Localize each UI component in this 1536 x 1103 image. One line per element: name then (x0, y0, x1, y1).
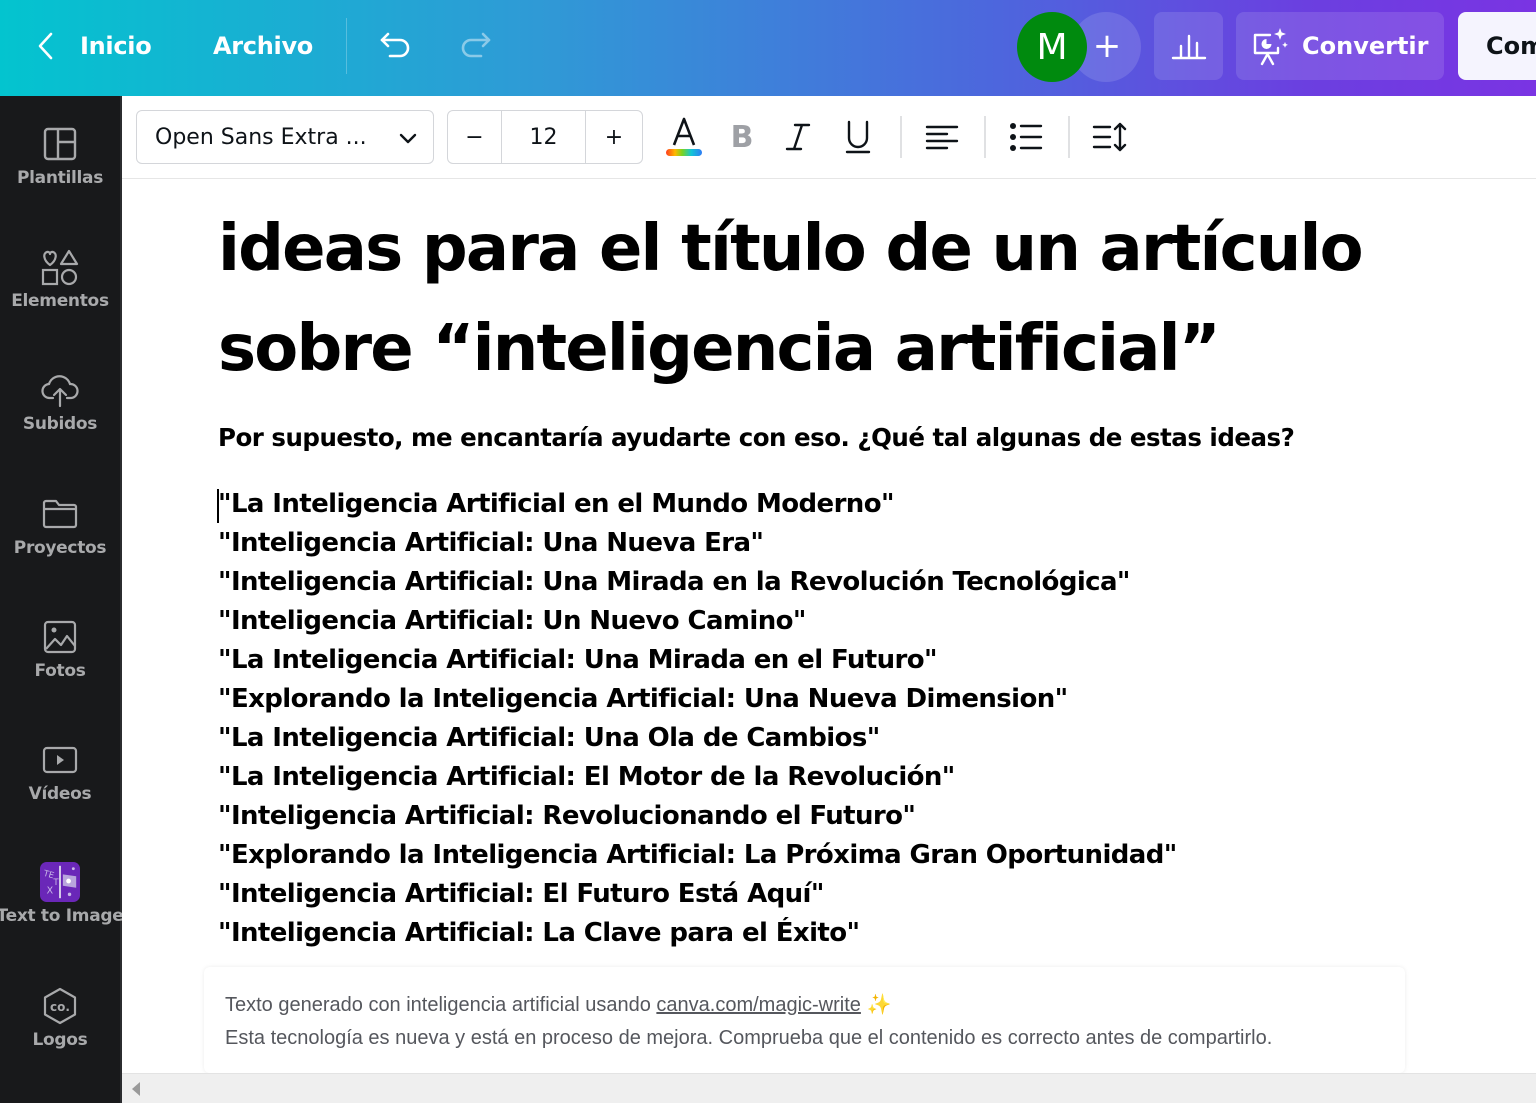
line-spacing-icon (1092, 122, 1127, 152)
document-title[interactable]: ideas para el título de un artículo sobr… (218, 199, 1364, 399)
undo-icon[interactable] (376, 26, 416, 66)
magic-write-link[interactable]: canva.com/magic-write (656, 994, 861, 1016)
list-item[interactable]: "Inteligencia Artificial: Revolucionando… (218, 797, 1177, 836)
sparkle-icon: ✨ (866, 994, 892, 1016)
image-icon (40, 617, 80, 657)
text-color-icon (666, 117, 702, 156)
sidebar-item-text-to-image[interactable]: TE X T Text to Image (0, 834, 124, 934)
list-item[interactable]: "Inteligencia Artificial: Una Nueva Era" (218, 524, 1177, 563)
sidebar-item-label: Proyectos (13, 538, 107, 558)
sidebar-item-logos[interactable]: co. Logos (0, 958, 120, 1058)
document-canvas[interactable]: ideas para el título de un artículo sobr… (122, 179, 1536, 1073)
title-line: ideas para el título de un artículo (218, 212, 1364, 286)
document-subtitle[interactable]: Por supuesto, me encantaría ayudarte con… (218, 423, 1295, 452)
align-left-icon (925, 125, 959, 150)
list-item[interactable]: "Explorando la Inteligencia Artificial: … (218, 680, 1177, 719)
text-color-button[interactable] (662, 112, 706, 162)
sidebar-item-subidos[interactable]: Subidos (0, 342, 120, 442)
text-to-image-app-icon: TE X T (40, 862, 80, 902)
shapes-icon (40, 247, 80, 287)
plus-icon[interactable]: + (1090, 26, 1124, 66)
toolbar-divider (1068, 116, 1070, 158)
sidebar-item-label: Fotos (34, 661, 86, 681)
share-button[interactable]: Compartir (1458, 12, 1536, 80)
align-left-button[interactable] (920, 112, 964, 162)
increase-font-size-button[interactable]: + (586, 111, 642, 163)
sidebar-item-label: Vídeos (28, 784, 92, 804)
sidebar-item-fotos[interactable]: Fotos (0, 589, 120, 689)
file-menu-button[interactable]: Archivo (213, 28, 313, 64)
underline-button[interactable] (836, 112, 880, 162)
cloud-upload-icon (40, 370, 80, 410)
bar-chart-icon (1171, 34, 1206, 60)
font-size-input[interactable]: 12 (502, 111, 586, 163)
convert-button[interactable]: Convertir (1236, 12, 1444, 80)
home-button[interactable]: Inicio (80, 28, 152, 64)
font-family-value: Open Sans Extra ... (155, 124, 367, 150)
layout-icon (40, 124, 80, 164)
bold-button[interactable]: B (720, 112, 764, 162)
back-chevron-icon[interactable] (30, 26, 62, 66)
redo-icon[interactable] (455, 26, 495, 66)
topbar-divider (346, 18, 347, 74)
list-item[interactable]: "Inteligencia Artificial: La Clave para … (218, 914, 1177, 953)
font-size-stepper: − 12 + (447, 110, 643, 164)
chevron-down-icon (399, 133, 417, 144)
magic-write-disclaimer: Texto generado con inteligencia artifici… (204, 967, 1405, 1073)
bullet-list-icon (1010, 123, 1043, 151)
sidebar-item-label: Logos (32, 1030, 88, 1050)
horizontal-scrollbar[interactable] (122, 1073, 1536, 1103)
list-item[interactable]: "Inteligencia Artificial: El Futuro Está… (218, 875, 1177, 914)
sidebar-item-plantillas[interactable]: Plantillas (0, 96, 120, 196)
insights-button[interactable] (1154, 12, 1223, 80)
top-bar: Inicio Archivo M + Convertir Compartir (0, 0, 1536, 96)
disclaimer-line-2: Esta tecnología es nueva y está en proce… (225, 1027, 1273, 1049)
ideas-list[interactable]: "La Inteligencia Artificial en el Mundo … (218, 485, 1177, 953)
text-format-toolbar: Open Sans Extra ... − 12 + B (122, 96, 1536, 179)
avatar[interactable]: M (1017, 12, 1087, 82)
list-item[interactable]: "La Inteligencia Artificial: Una Ola de … (218, 719, 1177, 758)
disclaimer-prefix: Texto generado con inteligencia artifici… (225, 994, 657, 1016)
italic-button[interactable] (776, 112, 820, 162)
sidebar-item-videos[interactable]: Vídeos (0, 712, 120, 812)
list-item[interactable]: "Explorando la Inteligencia Artificial: … (218, 836, 1177, 875)
presentation-sparkle-icon (1253, 28, 1288, 66)
list-item[interactable]: "Inteligencia Artificial: Una Mirada en … (218, 563, 1177, 602)
sidebar-item-proyectos[interactable]: Proyectos (0, 466, 120, 566)
sidebar-item-label: Text to Image (0, 906, 124, 926)
convert-label: Convertir (1302, 32, 1429, 60)
scroll-left-arrow-icon[interactable] (132, 1082, 140, 1096)
sidebar-item-elementos[interactable]: Elementos (0, 219, 120, 319)
font-family-dropdown[interactable]: Open Sans Extra ... (136, 110, 434, 164)
bullet-list-button[interactable] (1004, 112, 1048, 162)
decrease-font-size-button[interactable]: − (448, 111, 502, 163)
toolbar-divider (984, 116, 986, 158)
logo-hexagon-icon: co. (40, 986, 80, 1026)
underline-icon (845, 120, 871, 154)
list-item[interactable]: "La Inteligencia Artificial en el Mundo … (218, 485, 1177, 524)
video-icon (40, 740, 80, 780)
toolbar-divider (900, 116, 902, 158)
sidebar-item-label: Elementos (11, 291, 109, 311)
italic-icon (785, 123, 811, 151)
list-item[interactable]: "Inteligencia Artificial: Un Nuevo Camin… (218, 602, 1177, 641)
share-label: Compartir (1486, 32, 1536, 60)
sidebar-item-label: Subidos (22, 414, 98, 434)
list-item[interactable]: "La Inteligencia Artificial: El Motor de… (218, 758, 1177, 797)
list-item[interactable]: "La Inteligencia Artificial: Una Mirada … (218, 641, 1177, 680)
svg-text:T: T (52, 878, 59, 888)
sidebar-item-label: Plantillas (16, 168, 104, 188)
title-line: sobre “inteligencia artificial” (218, 312, 1221, 386)
line-spacing-button[interactable] (1088, 112, 1132, 162)
folder-icon (40, 494, 80, 534)
sidebar: Plantillas Elementos Subidos Proyectos F… (0, 96, 124, 1103)
svg-text:co.: co. (50, 1000, 70, 1014)
disclaimer-line-1: Texto generado con inteligencia artifici… (225, 989, 1405, 1022)
